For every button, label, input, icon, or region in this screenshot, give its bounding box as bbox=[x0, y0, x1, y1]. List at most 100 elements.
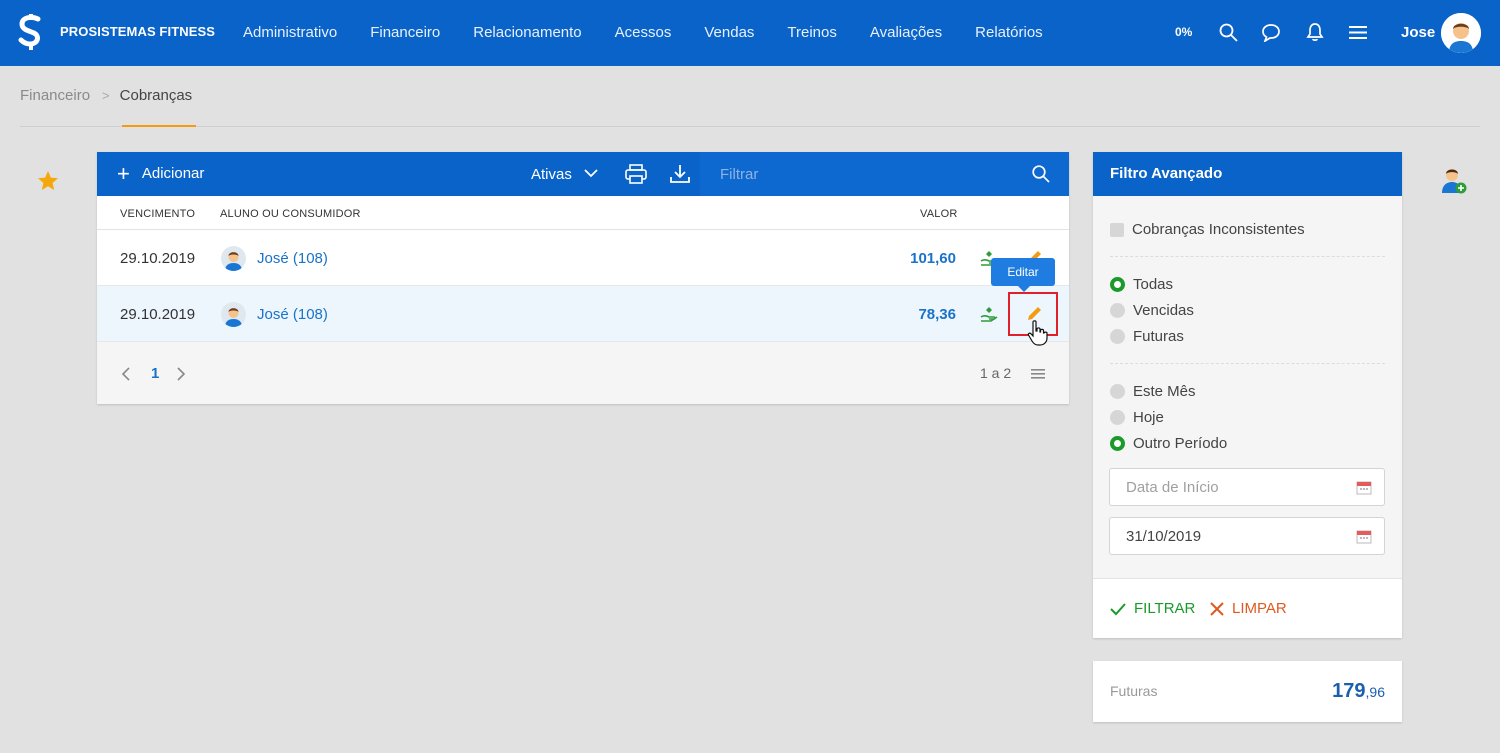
column-valor[interactable]: VALOR bbox=[920, 208, 957, 220]
inconsistent-charges-checkbox[interactable]: Cobranças Inconsistentes bbox=[1110, 221, 1305, 238]
filter-actions: FILTRAR LIMPAR bbox=[1093, 578, 1402, 638]
radio-este-mes[interactable]: Este Mês bbox=[1110, 383, 1196, 400]
summary-value-int: 179 bbox=[1332, 680, 1366, 702]
advanced-filter-title: Filtro Avançado bbox=[1093, 152, 1402, 196]
radio-icon[interactable] bbox=[1110, 303, 1125, 318]
advanced-filter-panel: Filtro Avançado Cobranças Inconsistentes… bbox=[1093, 152, 1402, 638]
row-due-date: 29.10.2019 bbox=[120, 250, 196, 267]
nav-treinos[interactable]: Treinos bbox=[787, 24, 836, 41]
radio-outro-periodo[interactable]: Outro Período bbox=[1110, 435, 1227, 452]
list-menu-icon[interactable] bbox=[1031, 368, 1047, 380]
student-name-link[interactable]: José (108) bbox=[257, 250, 328, 267]
user-avatar[interactable] bbox=[1441, 13, 1481, 53]
nav-vendas[interactable]: Vendas bbox=[704, 24, 754, 41]
nav-avaliacoes[interactable]: Avaliações bbox=[870, 24, 942, 41]
filter-divider bbox=[1110, 256, 1385, 257]
user-name[interactable]: Jose bbox=[1401, 24, 1435, 41]
chevron-down-icon[interactable] bbox=[584, 168, 598, 178]
start-date-field bbox=[1109, 468, 1385, 506]
filter-input[interactable] bbox=[720, 152, 1020, 196]
checkbox-label: Cobranças Inconsistentes bbox=[1132, 221, 1305, 238]
calendar-icon[interactable] bbox=[1356, 480, 1372, 495]
record-count: 1 a 2 bbox=[980, 365, 1012, 381]
brand-logo-icon[interactable] bbox=[16, 14, 46, 50]
summary-label: Futuras bbox=[1110, 683, 1158, 699]
status-dropdown[interactable]: Ativas bbox=[531, 166, 572, 183]
charges-card: + Adicionar Ativas VENCIMENTO ALUNO OU C… bbox=[97, 152, 1069, 404]
breadcrumb-separator: > bbox=[102, 88, 110, 103]
bell-icon[interactable] bbox=[1306, 22, 1324, 42]
summary-card: Futuras 179,96 bbox=[1093, 661, 1402, 722]
progress-indicator[interactable]: 0% bbox=[1175, 25, 1192, 39]
radio-label: Hoje bbox=[1133, 409, 1164, 426]
chevron-right-icon[interactable] bbox=[176, 366, 186, 382]
breadcrumb-cobrancas: Cobranças bbox=[119, 87, 193, 104]
add-user-icon[interactable] bbox=[1441, 167, 1467, 195]
breadcrumb-financeiro[interactable]: Financeiro bbox=[20, 87, 90, 104]
radio-icon[interactable] bbox=[1110, 384, 1125, 399]
student-name-link[interactable]: José (108) bbox=[257, 306, 328, 323]
summary-value: 179,96 bbox=[1332, 680, 1385, 703]
student-avatar bbox=[221, 302, 246, 327]
brand-name[interactable]: PROSISTEMAS FITNESS bbox=[60, 24, 215, 39]
table-row[interactable]: 29.10.2019 José (108) 78,36 bbox=[97, 286, 1069, 342]
end-date-field bbox=[1109, 517, 1385, 555]
add-button[interactable]: + Adicionar bbox=[117, 160, 205, 186]
edit-tooltip: Editar bbox=[991, 258, 1055, 292]
checkbox-box[interactable] bbox=[1110, 222, 1124, 237]
clear-button-label: LIMPAR bbox=[1232, 600, 1287, 617]
filter-button[interactable]: FILTRAR bbox=[1110, 600, 1195, 617]
start-date-input[interactable] bbox=[1126, 469, 1346, 505]
radio-selected-icon[interactable] bbox=[1110, 436, 1125, 451]
avatar-icon bbox=[225, 308, 242, 327]
star-icon[interactable] bbox=[36, 169, 60, 193]
clear-button[interactable]: LIMPAR bbox=[1210, 600, 1287, 617]
breadcrumb: Financeiro > Cobranças bbox=[20, 87, 192, 104]
radio-icon[interactable] bbox=[1110, 410, 1125, 425]
chevron-left-icon[interactable] bbox=[121, 366, 131, 382]
radio-label: Outro Período bbox=[1133, 435, 1228, 452]
nav-relacionamento[interactable]: Relacionamento bbox=[473, 24, 581, 41]
charges-toolbar: + Adicionar Ativas bbox=[97, 152, 1069, 196]
radio-selected-icon[interactable] bbox=[1110, 277, 1125, 292]
receive-payment-icon[interactable] bbox=[979, 305, 999, 323]
avatar-icon bbox=[225, 252, 242, 271]
pagination-bar: 1 1 a 2 bbox=[97, 342, 1069, 404]
filter-button-label: FILTRAR bbox=[1134, 600, 1196, 617]
column-aluno[interactable]: ALUNO OU CONSUMIDOR bbox=[220, 208, 361, 220]
row-due-date: 29.10.2019 bbox=[120, 306, 196, 323]
hamburger-menu-icon[interactable] bbox=[1349, 25, 1367, 40]
filter-divider bbox=[1110, 363, 1385, 364]
print-icon[interactable] bbox=[625, 164, 647, 184]
column-vencimento[interactable]: VENCIMENTO bbox=[120, 208, 195, 220]
radio-vencidas[interactable]: Vencidas bbox=[1110, 302, 1194, 319]
radio-icon[interactable] bbox=[1110, 329, 1125, 344]
filter-search-box bbox=[700, 152, 1069, 196]
search-icon[interactable] bbox=[1219, 23, 1238, 42]
radio-hoje[interactable]: Hoje bbox=[1110, 409, 1164, 426]
radio-futuras[interactable]: Futuras bbox=[1110, 328, 1184, 345]
plus-icon: + bbox=[117, 160, 130, 186]
hand-cursor-icon bbox=[1027, 320, 1048, 346]
end-date-input[interactable] bbox=[1126, 518, 1346, 554]
avatar-icon bbox=[1441, 13, 1481, 53]
search-icon[interactable] bbox=[1032, 165, 1050, 183]
main-menu: Administrativo Financeiro Relacionamento… bbox=[243, 24, 1076, 41]
nav-administrativo[interactable]: Administrativo bbox=[243, 24, 337, 41]
table-row[interactable]: 29.10.2019 José (108) 101,60 bbox=[97, 230, 1069, 286]
nav-financeiro[interactable]: Financeiro bbox=[370, 24, 440, 41]
page-number[interactable]: 1 bbox=[151, 365, 159, 382]
add-button-label: Adicionar bbox=[141, 165, 205, 182]
table-header: VENCIMENTO ALUNO OU CONSUMIDOR VALOR bbox=[97, 196, 1069, 230]
nav-relatorios[interactable]: Relatórios bbox=[975, 24, 1043, 41]
radio-todas[interactable]: Todas bbox=[1110, 276, 1173, 293]
nav-acessos[interactable]: Acessos bbox=[615, 24, 672, 41]
radio-label: Este Mês bbox=[1133, 383, 1196, 400]
summary-value-dec: ,96 bbox=[1365, 684, 1385, 700]
calendar-icon[interactable] bbox=[1356, 529, 1372, 544]
chat-icon[interactable] bbox=[1261, 23, 1281, 42]
row-amount: 78,36 bbox=[918, 306, 956, 323]
radio-label: Todas bbox=[1133, 276, 1174, 293]
download-icon[interactable] bbox=[669, 164, 691, 184]
close-icon bbox=[1210, 601, 1224, 616]
